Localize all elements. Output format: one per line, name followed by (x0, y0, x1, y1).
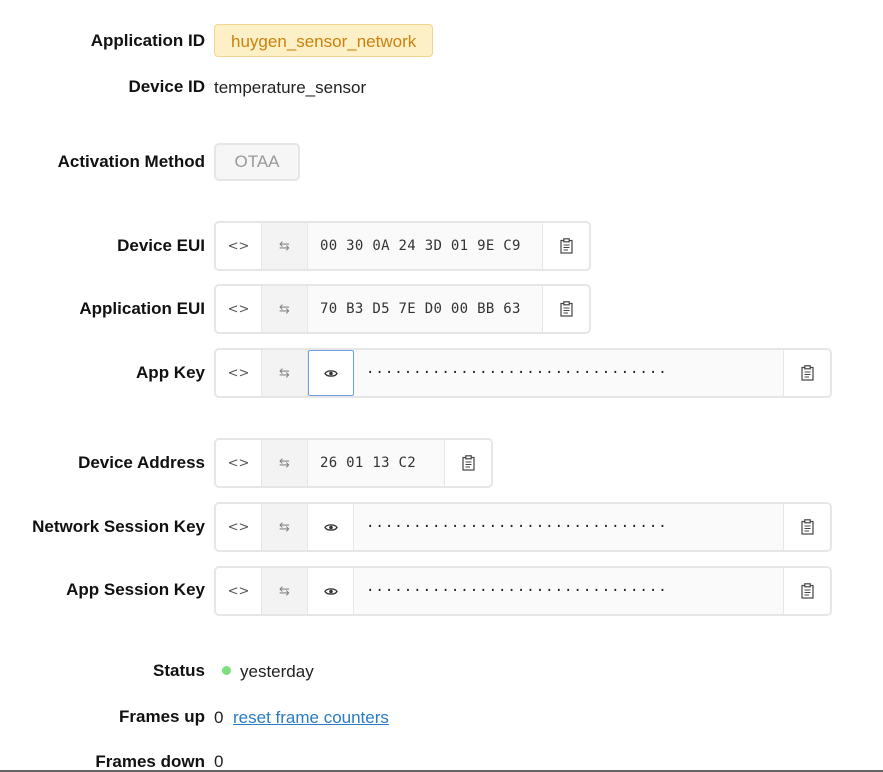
swap-icon: ⇆ (279, 455, 290, 471)
application-id-label: Application ID (90, 31, 205, 50)
app-session-key-label: App Session Key (66, 580, 205, 599)
copy-button[interactable] (543, 286, 589, 332)
toggle-format-button[interactable]: <> (216, 504, 262, 550)
application-eui-value[interactable]: 70 B3 D5 7E D0 00 BB 63 (308, 286, 543, 332)
toggle-format-button[interactable]: <> (216, 568, 262, 614)
reset-frame-counters-link[interactable]: reset frame counters (233, 708, 389, 728)
status-indicator-dot (222, 666, 231, 675)
app-session-key-field: <> ⇆ ································ (214, 566, 832, 616)
frames-up-label: Frames up (119, 707, 205, 726)
application-id-badge[interactable]: huygen_sensor_network (214, 24, 434, 57)
copy-button[interactable] (784, 504, 830, 550)
frames-up-value: 0 (214, 708, 224, 727)
copy-button[interactable] (784, 350, 830, 396)
code-icon: <> (227, 455, 250, 471)
toggle-format-button[interactable]: <> (216, 350, 262, 396)
status-value: yesterday (240, 662, 314, 681)
device-address-label: Device Address (78, 453, 205, 472)
app-key-value[interactable]: ································ (354, 350, 784, 396)
device-id-value: temperature_sensor (214, 78, 367, 97)
swap-byte-order-button[interactable]: ⇆ (262, 504, 308, 550)
code-icon: <> (227, 583, 250, 599)
copy-button[interactable] (445, 440, 491, 486)
clipboard-icon (559, 301, 573, 317)
code-icon: <> (227, 238, 250, 254)
app-key-label: App Key (136, 363, 205, 382)
toggle-format-button[interactable]: <> (216, 286, 262, 332)
application-eui-field: <> ⇆ 70 B3 D5 7E D0 00 BB 63 (214, 284, 591, 334)
swap-icon: ⇆ (279, 365, 290, 381)
swap-byte-order-button[interactable]: ⇆ (262, 223, 308, 269)
code-icon: <> (227, 301, 250, 317)
swap-byte-order-button[interactable]: ⇆ (262, 568, 308, 614)
clipboard-icon (461, 455, 475, 471)
application-eui-label: Application EUI (79, 299, 205, 318)
status-label: Status (153, 661, 205, 680)
swap-icon: ⇆ (279, 519, 290, 535)
code-icon: <> (227, 519, 250, 535)
eye-icon (323, 587, 338, 595)
frames-down-label: Frames down (95, 752, 205, 771)
clipboard-icon (800, 519, 814, 535)
activation-method-value: OTAA (214, 143, 300, 181)
swap-byte-order-button[interactable]: ⇆ (262, 350, 308, 396)
app-session-key-value[interactable]: ································ (354, 568, 784, 614)
device-id-label: Device ID (128, 77, 205, 96)
clipboard-icon (800, 365, 814, 381)
device-address-field: <> ⇆ 26 01 13 C2 (214, 438, 493, 488)
reveal-button[interactable] (308, 504, 354, 550)
app-key-field: <> ⇆ ································ (214, 348, 832, 398)
frames-down-value: 0 (214, 752, 224, 771)
swap-icon: ⇆ (279, 301, 290, 317)
reveal-button[interactable] (308, 568, 354, 614)
toggle-format-button[interactable]: <> (216, 223, 262, 269)
clipboard-icon (800, 583, 814, 599)
device-address-value[interactable]: 26 01 13 C2 (308, 440, 445, 486)
swap-byte-order-button[interactable]: ⇆ (262, 440, 308, 486)
device-eui-value[interactable]: 00 30 0A 24 3D 01 9E C9 (308, 223, 543, 269)
copy-button[interactable] (543, 223, 589, 269)
clipboard-icon (559, 238, 573, 254)
copy-button[interactable] (784, 568, 830, 614)
toggle-format-button[interactable]: <> (216, 440, 262, 486)
device-eui-label: Device EUI (117, 236, 205, 255)
device-eui-field: <> ⇆ 00 30 0A 24 3D 01 9E C9 (214, 221, 591, 271)
activation-method-label: Activation Method (57, 152, 205, 171)
code-icon: <> (227, 365, 250, 381)
swap-icon: ⇆ (279, 238, 290, 254)
reveal-button[interactable] (308, 350, 354, 396)
network-session-key-value[interactable]: ································ (354, 504, 784, 550)
network-session-key-label: Network Session Key (32, 517, 205, 536)
swap-icon: ⇆ (279, 583, 290, 599)
swap-byte-order-button[interactable]: ⇆ (262, 286, 308, 332)
eye-icon (323, 523, 338, 531)
network-session-key-field: <> ⇆ ································ (214, 502, 832, 552)
eye-icon (324, 369, 338, 377)
